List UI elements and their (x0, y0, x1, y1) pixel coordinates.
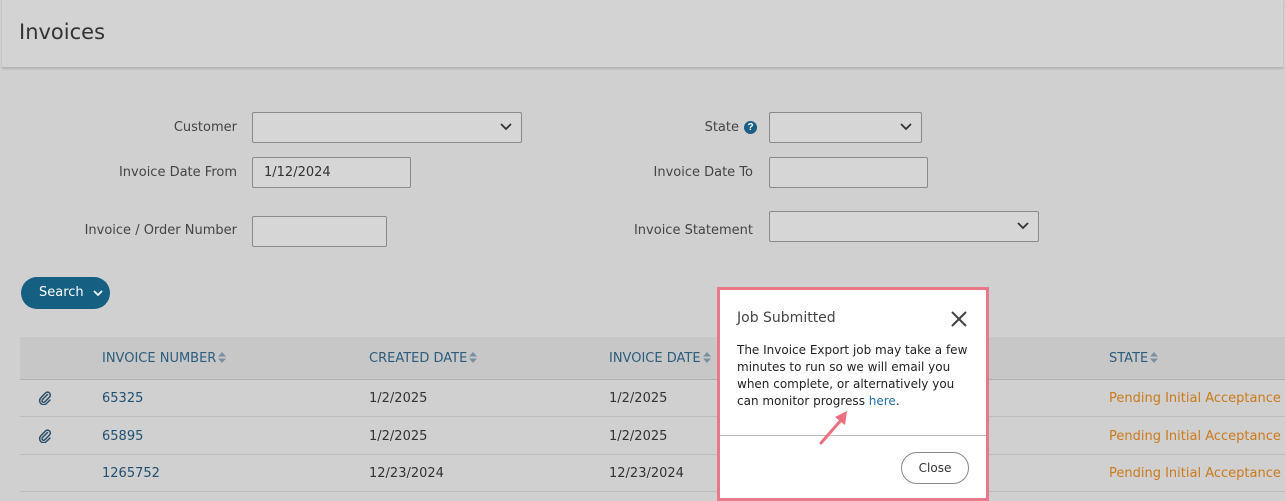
state-select[interactable] (769, 112, 922, 143)
column-created-date[interactable]: CREATED DATE (369, 351, 478, 366)
search-button-label: Search (39, 285, 84, 300)
sort-icon (1150, 352, 1159, 363)
job-submitted-dialog: Job Submitted The Invoice Export job may… (717, 287, 989, 501)
column-invoice-date[interactable]: INVOICE DATE (609, 351, 711, 366)
table-row[interactable]: 65325 1/2/2025 1/2/2025 Pending Initial … (20, 380, 1285, 417)
table-row[interactable]: 1265752 12/23/2024 12/23/2024 Pending In… (20, 455, 1285, 492)
order-number-input[interactable] (252, 216, 387, 247)
state-value: Pending Initial Acceptance (1109, 429, 1281, 444)
annotation-arrow-icon (819, 411, 847, 445)
sort-icon (218, 352, 227, 363)
date-from-label: Invoice Date From (118, 165, 237, 180)
statement-select[interactable] (769, 211, 1039, 242)
chevron-down-icon (900, 123, 912, 131)
monitor-progress-link[interactable]: here (869, 394, 896, 408)
invoice-number-link[interactable]: 65895 (102, 429, 143, 444)
sort-icon (702, 352, 711, 363)
chevron-down-icon (500, 123, 512, 131)
table-header: INVOICE NUMBER CREATED DATE INVOICE DATE… (20, 337, 1285, 380)
dialog-divider (720, 435, 986, 436)
chevron-down-icon (1017, 222, 1029, 230)
statement-label: Invoice Statement (633, 223, 753, 238)
customer-label: Customer (173, 120, 237, 135)
created-date: 12/23/2024 (369, 466, 444, 481)
page-header: Invoices (2, 0, 1283, 68)
table-row[interactable]: 65895 1/2/2025 1/2/2025 Pending Initial … (20, 418, 1285, 455)
invoice-date: 1/2/2025 (609, 429, 668, 444)
page-title: Invoices (19, 20, 106, 44)
dialog-title: Job Submitted (737, 310, 836, 326)
close-button[interactable]: Close (901, 452, 969, 484)
created-date: 1/2/2025 (369, 429, 428, 444)
invoice-date: 12/23/2024 (609, 466, 684, 481)
created-date: 1/2/2025 (369, 391, 428, 406)
chevron-down-icon[interactable] (93, 288, 103, 298)
state-value: Pending Initial Acceptance (1109, 391, 1281, 406)
state-label: State (704, 120, 739, 135)
invoice-date: 1/2/2025 (609, 391, 668, 406)
dialog-message: The Invoice Export job may take a few mi… (737, 343, 968, 408)
paperclip-icon[interactable] (38, 391, 52, 405)
customer-select[interactable] (252, 112, 522, 143)
sort-icon (469, 352, 478, 363)
date-to-label: Invoice Date To (653, 165, 754, 180)
close-icon[interactable] (950, 310, 968, 328)
paperclip-icon[interactable] (38, 429, 52, 443)
help-icon[interactable]: ? (744, 121, 757, 134)
date-to-input[interactable] (769, 157, 928, 188)
column-state[interactable]: STATE (1109, 351, 1159, 366)
state-value: Pending Initial Acceptance (1109, 466, 1281, 481)
date-from-input[interactable]: 1/12/2024 (252, 157, 411, 188)
invoice-number-link[interactable]: 65325 (102, 391, 143, 406)
column-invoice-number[interactable]: INVOICE NUMBER (102, 351, 227, 366)
order-number-label: Invoice / Order Number (84, 223, 237, 238)
invoice-number-link[interactable]: 1265752 (102, 466, 160, 481)
search-button[interactable]: Search (21, 277, 110, 309)
